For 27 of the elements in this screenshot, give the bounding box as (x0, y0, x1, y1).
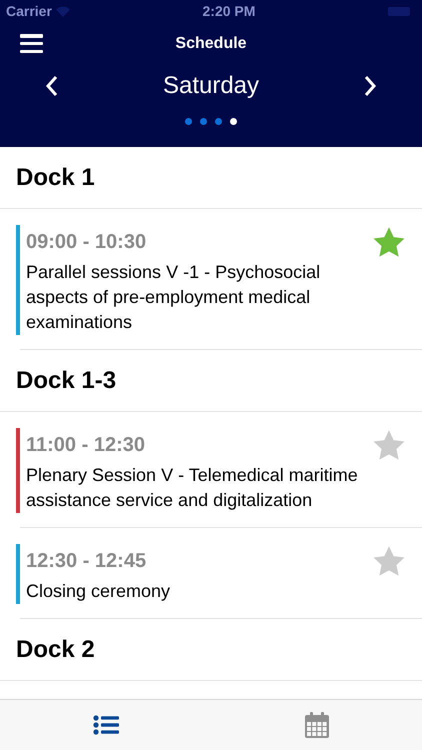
page-dot[interactable] (200, 118, 207, 125)
section-title: Dock 2 (16, 636, 95, 664)
list-icon (92, 715, 118, 735)
section-title: Dock 1 (16, 164, 95, 192)
previous-day-button[interactable] (45, 75, 59, 97)
session-title: Closing ceremony (26, 580, 172, 603)
menu-icon[interactable] (20, 34, 43, 53)
session-title: Parallel sessions V -1 - Psychosocial aspects of pre-employment medical examinations (26, 261, 322, 334)
day-title: Saturday (162, 72, 260, 100)
session-time: 11:00 - 12:30 (26, 434, 146, 457)
section-title: Dock 1-3 (16, 366, 116, 394)
session-time: 12:30 - 12:45 (26, 550, 148, 573)
session-item[interactable]: 11:00 - 12:30 Plenary Session V - Telemedical maritime assistance service and digitalization (20, 412, 422, 528)
status-time: 2:20 PM (202, 3, 256, 19)
calendar-icon (304, 712, 328, 738)
wifi-icon (56, 6, 70, 16)
page-dot[interactable] (185, 118, 192, 125)
screen-title: Schedule (175, 35, 247, 53)
page-dot[interactable] (215, 118, 222, 125)
session-time: 09:00 - 10:30 (26, 231, 148, 254)
page-dot[interactable] (230, 118, 237, 125)
session-item[interactable]: 12:30 - 12:45 Closing ceremony (20, 528, 422, 619)
next-day-button[interactable] (363, 75, 377, 97)
session-title: Plenary Session V - Telemedical maritime assistance service and digitalization (26, 464, 359, 512)
carrier-name: Carrier (6, 3, 52, 19)
battery-icon (388, 6, 410, 16)
session-item[interactable]: 09:00 - 10:30 Parallel sessions V -1 - Psychosocial aspects of pre-employment medical examinations (20, 209, 422, 350)
